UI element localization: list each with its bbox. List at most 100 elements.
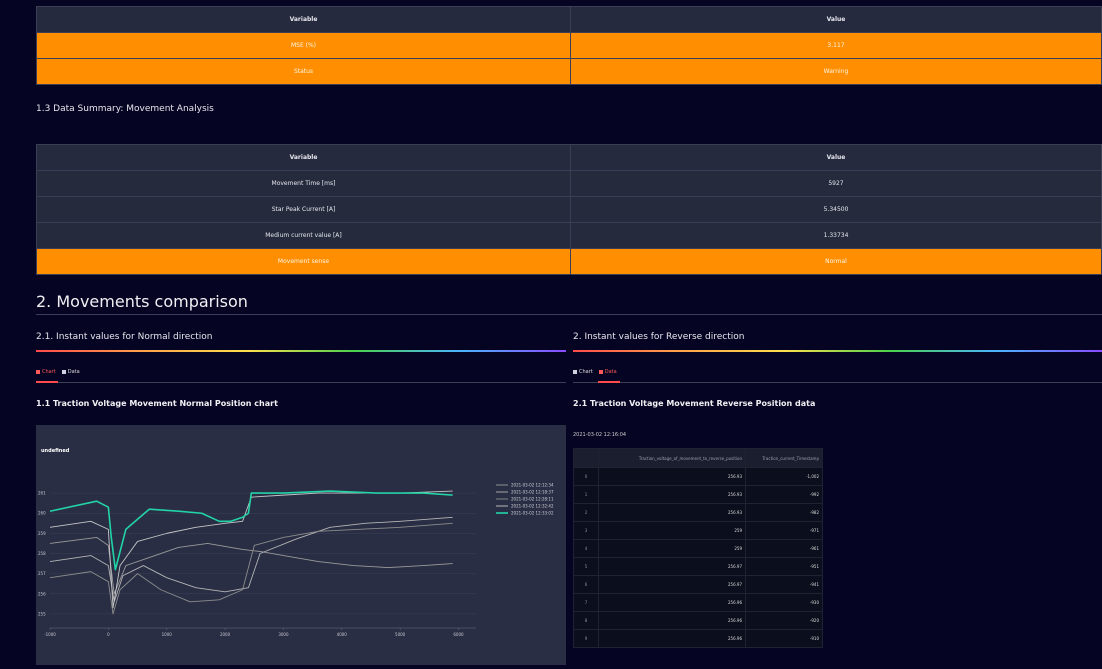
chart-icon: [36, 370, 40, 374]
legend-label: 2021-03-02 12:18:37: [511, 490, 554, 495]
table-icon: [61, 370, 66, 374]
divider: [36, 314, 1102, 315]
table-row[interactable]: 0 256.93 -1,002: [573, 467, 823, 486]
table-row[interactable]: 3 259 -971: [573, 521, 823, 540]
tab-divider: [36, 382, 566, 383]
tab-divider: [573, 382, 1102, 383]
x-tick-label: 2000: [220, 632, 231, 637]
table-row: Star Peak Current [A] 5.34500: [36, 196, 1102, 223]
timestamp-cell: -992: [745, 485, 823, 504]
tab-chart[interactable]: Chart: [573, 369, 593, 375]
header-variable: Variable: [36, 6, 571, 33]
tab-label: Chart: [579, 369, 593, 375]
rainbow-divider: [573, 350, 1102, 352]
table-row: Status Warning: [36, 58, 1102, 85]
legend-label: 2021-03-02 12:28:11: [511, 497, 554, 502]
cell-variable: Movement Time [ms]: [36, 170, 571, 197]
cell-value: 5.34500: [570, 196, 1102, 223]
chart-icon: [573, 370, 577, 374]
voltage-cell: 256.96: [598, 629, 746, 648]
table-row[interactable]: 6 256.97 -941: [573, 575, 823, 594]
table-row[interactable]: 8 256.96 -920: [573, 611, 823, 630]
timestamp-cell: -971: [745, 521, 823, 540]
tab-data[interactable]: Data: [598, 369, 617, 375]
table-row[interactable]: 9 256.96 -910: [573, 629, 823, 648]
normal-direction-subtitle: 2.1. Instant values for Normal direction: [36, 332, 213, 342]
x-tick-label: -1000: [44, 632, 56, 637]
column-header[interactable]: Traction_current_Timestamp: [745, 448, 823, 468]
x-tick-label: 1000: [162, 632, 173, 637]
y-tick-label: 259: [38, 531, 46, 536]
tab-chart[interactable]: Chart: [36, 369, 56, 375]
table-row: MSE (%) 3.117: [36, 32, 1102, 59]
timestamp-cell: -941: [745, 575, 823, 594]
table-row[interactable]: 1 256.93 -992: [573, 485, 823, 504]
x-tick-label: 6000: [453, 632, 464, 637]
y-tick-label: 261: [38, 491, 46, 496]
table-row: Movement Time [ms] 5927: [36, 170, 1102, 197]
header-value: Value: [570, 6, 1102, 33]
row-index: 0: [573, 467, 599, 486]
tab-label: Data: [604, 369, 617, 375]
comparison-title: 2. Movements comparison: [36, 292, 248, 311]
series-line: [49, 490, 453, 609]
active-tab-indicator: [36, 381, 58, 383]
y-tick-label: 258: [38, 551, 46, 556]
table-row[interactable]: 7 256.96 -930: [573, 593, 823, 612]
tab-label: Data: [67, 369, 80, 375]
timestamp-cell: -1,002: [745, 467, 823, 486]
voltage-cell: 259: [598, 521, 746, 540]
cell-variable: MSE (%): [36, 32, 571, 59]
x-tick-label: 3000: [278, 632, 289, 637]
summary-title: 1.3 Data Summary: Movement Analysis: [36, 104, 214, 114]
x-tick-label: 5000: [395, 632, 406, 637]
voltage-cell: 256.96: [598, 611, 746, 630]
legend-label: 2021-03-02 12:32:42: [511, 504, 554, 509]
voltage-cell: 256.96: [598, 593, 746, 612]
normal-position-chart[interactable]: undefined 255 256 257 258 259 260 261 -1000 0 1000…: [36, 425, 566, 665]
cell-value: 5927: [570, 170, 1102, 197]
status-table: Variable Value MSE (%) 3.117 Status Warn…: [36, 6, 1102, 85]
row-index: 1: [573, 485, 599, 504]
column-header[interactable]: [573, 448, 599, 468]
cell-value: Warning: [570, 58, 1102, 85]
row-index: 6: [573, 575, 599, 594]
row-index: 8: [573, 611, 599, 630]
legend-label: 2021-03-02 12:12:34: [511, 483, 554, 488]
table-icon: [598, 370, 603, 374]
table-header-row: Variable Value: [36, 144, 1102, 171]
data-table-header: Traction_voltage_of_movement_to_reverse_…: [573, 448, 823, 468]
row-index: 4: [573, 539, 599, 558]
normal-chart-title: 1.1 Traction Voltage Movement Normal Pos…: [36, 399, 278, 408]
cell-value: 1.33734: [570, 222, 1102, 249]
timestamp-cell: -961: [745, 539, 823, 558]
voltage-cell: 256.93: [598, 485, 746, 504]
reverse-data-table[interactable]: Traction_voltage_of_movement_to_reverse_…: [573, 448, 823, 648]
reverse-tabs: Chart Data: [573, 369, 617, 375]
header-value: Value: [570, 144, 1102, 171]
row-index: 7: [573, 593, 599, 612]
x-tick-label: 0: [107, 632, 110, 637]
reverse-data-title: 2.1 Traction Voltage Movement Reverse Po…: [573, 399, 816, 408]
cell-value: Normal: [570, 248, 1102, 275]
timestamp-cell: -982: [745, 503, 823, 522]
table-row[interactable]: 5 256.97 -951: [573, 557, 823, 576]
tab-label: Chart: [42, 369, 56, 375]
chart-canvas: undefined 255 256 257 258 259 260 261 -1000 0 1000…: [38, 448, 554, 637]
legend-label: 2021-03-02 12:33:02: [511, 511, 554, 516]
voltage-cell: 256.93: [598, 503, 746, 522]
tab-data[interactable]: Data: [61, 369, 80, 375]
cell-variable: Status: [36, 58, 571, 85]
cell-variable: Medium current value [A]: [36, 222, 571, 249]
cell-variable: Movement sense: [36, 248, 571, 275]
normal-tabs: Chart Data: [36, 369, 80, 375]
column-header[interactable]: Traction_voltage_of_movement_to_reverse_…: [598, 448, 746, 468]
timestamp-cell: -930: [745, 593, 823, 612]
timestamp-cell: -920: [745, 611, 823, 630]
table-row[interactable]: 2 256.93 -982: [573, 503, 823, 522]
table-row[interactable]: 4 259 -961: [573, 539, 823, 558]
x-tick-label: 4000: [337, 632, 348, 637]
chart-title: undefined: [41, 448, 70, 454]
voltage-cell: 256.97: [598, 575, 746, 594]
reverse-direction-subtitle: 2. Instant values for Reverse direction: [573, 332, 745, 342]
